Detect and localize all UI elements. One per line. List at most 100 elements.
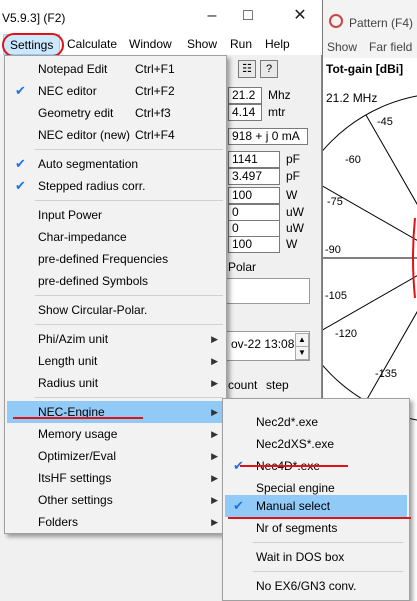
menu-separator [35, 295, 223, 296]
menu-item-label: Nr of segments [256, 521, 338, 535]
engine-item-no-ex6-gn3[interactable]: No EX6/GN3 conv. [225, 575, 407, 597]
window-title: V5.9.3] (F2) [2, 11, 66, 25]
date-text: ov-22 13:08 [231, 337, 295, 351]
menu-item-label: Char-impedance [38, 230, 127, 244]
submenu-arrow-icon: ▶ [211, 334, 218, 344]
pattern-title: Pattern (F4) [349, 16, 414, 30]
help-icon[interactable]: ? [260, 60, 278, 78]
power-unit-3: uW [286, 221, 304, 235]
menu-item-stepped-radius[interactable]: ✔ Stepped radius corr. [7, 175, 224, 197]
submenu-arrow-icon: ▶ [211, 356, 218, 366]
wavelength-field[interactable]: 4.14 [228, 104, 262, 121]
frequency-unit: Mhz [268, 88, 291, 102]
menu-item-label: Nec2d*.exe [256, 415, 319, 429]
power-field-3[interactable]: 0 [228, 220, 280, 237]
menu-item-label: ItsHF settings [38, 471, 112, 485]
pattern-window-icon [329, 14, 343, 28]
angle-label-90: -90 [325, 244, 341, 256]
menu-item-optimizer-eval[interactable]: Optimizer/Eval ▶ [7, 445, 224, 467]
menu-item-shortcut: Ctrl+F2 [135, 84, 175, 98]
menu-item-label: pre-defined Symbols [38, 274, 149, 288]
engine-item-wait-dos-box[interactable]: Wait in DOS box [225, 546, 407, 568]
frequency-field[interactable]: 21.2 [228, 87, 262, 104]
book-icon[interactable]: ☷ [238, 60, 256, 78]
check-icon: ✔ [15, 156, 26, 171]
menu-item-label: Wait in DOS box [256, 550, 345, 564]
menu-item-auto-segmentation[interactable]: ✔ Auto segmentation [7, 153, 224, 175]
pattern-menu-far-field[interactable]: Far field [369, 40, 412, 54]
scroll-down-arrow[interactable]: ▼ [295, 346, 309, 360]
menu-item-geometry-edit[interactable]: Geometry edit Ctrl+f3 [7, 102, 224, 124]
menu-item-nec-editor[interactable]: ✔ NEC editor Ctrl+F2 [7, 80, 224, 102]
maximize-button[interactable]: □ [238, 8, 258, 26]
annotation-underline-nec4d [240, 465, 348, 467]
menu-item-shortcut: Ctrl+F4 [135, 128, 175, 142]
menu-item-label: Memory usage [38, 427, 118, 441]
polar-panel [226, 278, 310, 304]
menu-item-char-impedance[interactable]: Char-impedance [7, 226, 224, 248]
annotation-underline-nec-engine [13, 417, 143, 419]
power-field-4[interactable]: 100 [228, 236, 280, 253]
pattern-menu-show[interactable]: Show [327, 40, 357, 54]
menu-item-show-circular-polar[interactable]: Show Circular-Polar. [7, 299, 224, 321]
submenu-arrow-icon: ▶ [211, 517, 218, 527]
submenu-arrow-icon: ▶ [211, 407, 218, 417]
menu-window[interactable]: Window [129, 37, 172, 51]
menu-item-label: Stepped radius corr. [38, 179, 146, 193]
menu-separator [253, 571, 403, 572]
menu-item-label: NEC editor (new) [38, 128, 131, 142]
angle-label-45: -45 [377, 116, 393, 128]
menu-item-length-unit[interactable]: Length unit ▶ [7, 350, 224, 372]
menu-separator [253, 542, 403, 543]
menu-separator [35, 397, 223, 398]
menu-item-label: Manual select [256, 499, 331, 513]
menu-item-nec-engine[interactable]: NEC-Engine ▶ [7, 401, 224, 423]
engine-item-nec2dxs[interactable]: Nec2dXS*.exe [225, 433, 407, 455]
scroll-up-arrow[interactable]: ▲ [295, 333, 309, 347]
check-icon: ✔ [15, 178, 26, 193]
menu-item-label: Other settings [38, 493, 113, 507]
menu-item-itshf-settings[interactable]: ItsHF settings ▶ [7, 467, 224, 489]
wavelength-unit: mtr [268, 105, 286, 119]
menu-run[interactable]: Run [230, 37, 252, 51]
engine-item-manual-select[interactable]: ✔ Manual select [225, 495, 407, 517]
engine-item-nr-segments[interactable]: Nr of segments [225, 517, 407, 539]
menu-item-label: NEC editor [38, 84, 97, 98]
power-field-2[interactable]: 0 [228, 204, 280, 221]
submenu-arrow-icon: ▶ [211, 495, 218, 505]
current-field[interactable]: 918 + j 0 mA [228, 128, 308, 145]
close-button[interactable]: ✕ [290, 8, 310, 26]
angle-label-135: -135 [375, 368, 398, 380]
menu-item-label: Phi/Azim unit [38, 332, 109, 346]
capacitance-field-2[interactable]: 3.497 [228, 168, 280, 185]
engine-item-nec2d[interactable]: Nec2d*.exe [225, 411, 407, 433]
menu-item-label: Folders [38, 515, 79, 529]
angle-label-120: -120 [335, 328, 358, 340]
menu-item-other-settings[interactable]: Other settings ▶ [7, 489, 224, 511]
menu-item-notepad-edit[interactable]: Notepad Edit Ctrl+F1 [7, 58, 224, 80]
menu-item-label: Input Power [38, 208, 103, 222]
menu-help[interactable]: Help [265, 37, 290, 51]
menu-item-phi-azim-unit[interactable]: Phi/Azim unit ▶ [7, 328, 224, 350]
angle-label-60: -60 [345, 154, 361, 166]
annotation-circle-settings [2, 33, 64, 57]
menu-item-label: Auto segmentation [38, 157, 139, 171]
menu-item-predefined-symbols[interactable]: pre-defined Symbols [7, 270, 224, 292]
check-icon: ✔ [15, 83, 26, 98]
menu-item-label: NEC-Engine [38, 405, 105, 419]
menu-show[interactable]: Show [187, 37, 217, 51]
menu-item-folders[interactable]: Folders ▶ [7, 511, 224, 533]
submenu-arrow-icon: ▶ [211, 378, 218, 388]
menu-item-radius-unit[interactable]: Radius unit ▶ [7, 372, 224, 394]
menu-item-label: Notepad Edit [38, 62, 108, 76]
menu-item-memory-usage[interactable]: Memory usage ▶ [7, 423, 224, 445]
polar-label: Polar [228, 260, 257, 274]
power-field-1[interactable]: 100 [228, 187, 280, 204]
menu-item-predefined-frequencies[interactable]: pre-defined Frequencies [7, 248, 224, 270]
capacitance-field-1[interactable]: 1141 [228, 151, 280, 168]
menu-item-input-power[interactable]: Input Power [7, 204, 224, 226]
menu-item-nec-editor-new[interactable]: NEC editor (new) Ctrl+F4 [7, 124, 224, 146]
menu-calculate[interactable]: Calculate [67, 37, 117, 51]
minimize-button[interactable]: – [202, 8, 222, 26]
annotation-underline-manual-select [228, 517, 411, 519]
